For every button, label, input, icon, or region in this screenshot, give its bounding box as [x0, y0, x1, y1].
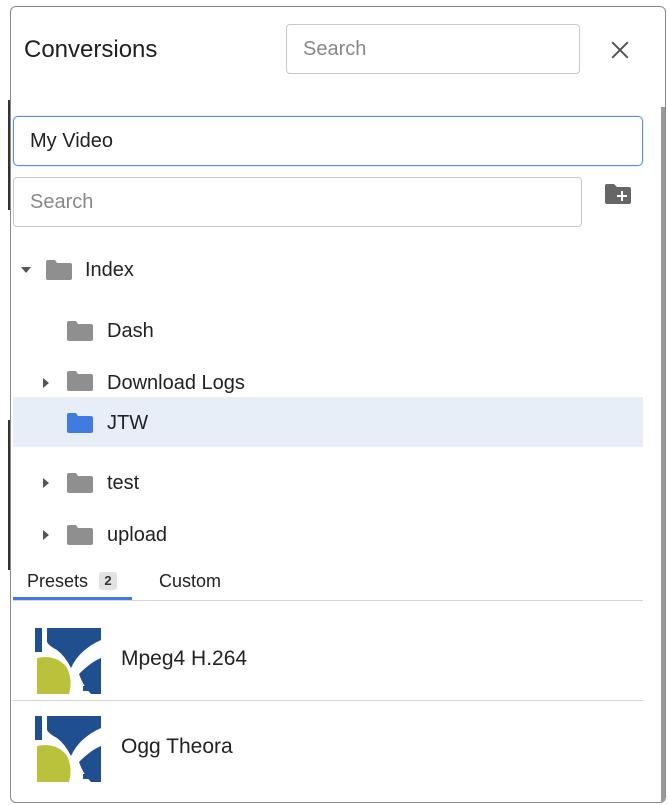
tree-item-label: JTW — [107, 412, 149, 434]
chevron-right-icon[interactable] — [43, 478, 49, 488]
close-icon[interactable] — [608, 38, 632, 62]
folder-icon — [67, 525, 93, 545]
tab-label: Presets — [27, 571, 89, 591]
folder-icon — [67, 371, 93, 391]
chevron-down-icon[interactable] — [21, 267, 31, 273]
chevron-right-icon[interactable] — [43, 530, 49, 540]
folder-search-input[interactable] — [13, 177, 582, 227]
tree-item-index[interactable]: Index — [13, 245, 643, 295]
tree-item-label: upload — [107, 524, 168, 546]
preset-label: Ogg Theora — [121, 735, 233, 758]
preset-tabs: Presets 2 Custom — [13, 566, 643, 601]
tree-item-dash[interactable]: Dash — [13, 306, 643, 356]
tab-custom[interactable]: Custom — [147, 566, 237, 600]
conversion-name-field[interactable] — [13, 116, 643, 166]
preset-logo-icon — [35, 628, 101, 694]
tree-item-download-logs[interactable]: Download Logs — [13, 358, 643, 396]
tree-item-test[interactable]: test — [13, 458, 643, 508]
new-folder-icon[interactable] — [604, 183, 632, 205]
tree-item-upload[interactable]: upload — [13, 510, 643, 560]
tree-item-label: Dash — [107, 320, 154, 342]
tree-item-label: test — [107, 472, 140, 494]
preset-item-mpeg4[interactable]: Mpeg4 H.264 — [13, 614, 643, 700]
preset-label: Mpeg4 H.264 — [121, 647, 248, 670]
scrollbar[interactable] — [661, 107, 665, 802]
tree-item-label: Download Logs — [107, 372, 245, 394]
tree-item-label: Index — [85, 259, 134, 281]
folder-icon — [67, 321, 93, 341]
tree-item-jtw[interactable]: JTW — [13, 397, 643, 447]
tab-presets[interactable]: Presets 2 — [13, 566, 132, 600]
folder-icon — [67, 473, 93, 493]
dialog-title: Conversions — [24, 36, 158, 63]
divider — [13, 700, 643, 701]
folder-icon — [67, 413, 93, 433]
chevron-right-icon[interactable] — [43, 378, 49, 388]
search-input[interactable] — [286, 24, 580, 74]
preset-item-ogg-theora[interactable]: Ogg Theora — [13, 702, 643, 788]
count-badge: 2 — [99, 572, 117, 590]
folder-icon — [46, 260, 72, 280]
tab-label: Custom — [159, 571, 222, 591]
preset-logo-icon — [35, 716, 101, 782]
